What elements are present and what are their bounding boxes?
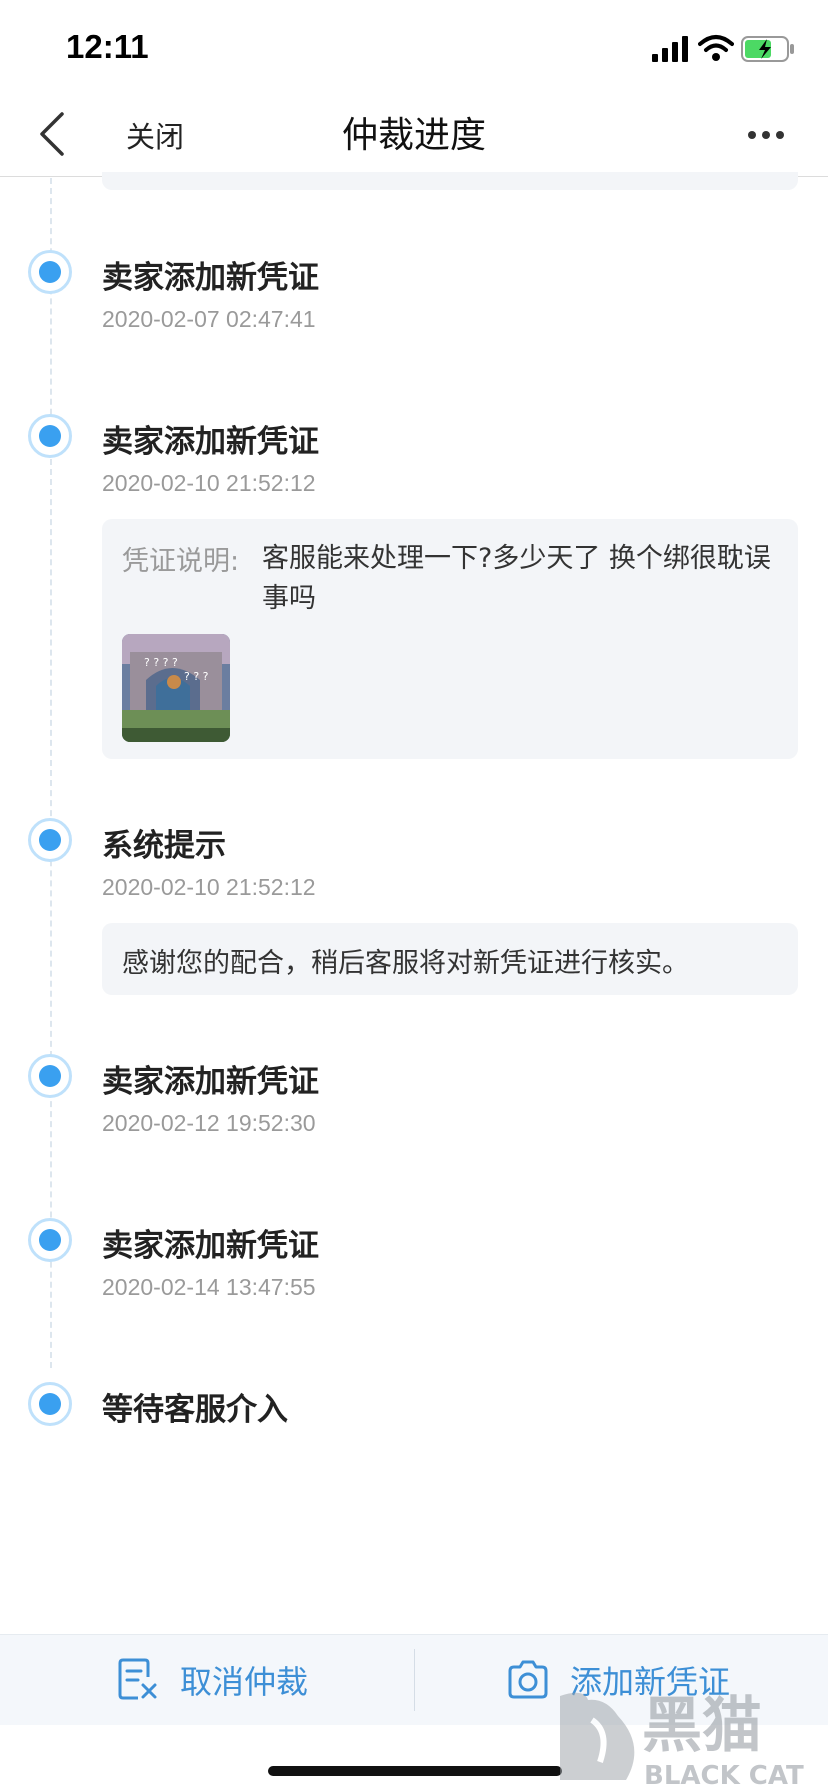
page-title: 仲裁进度: [341, 115, 486, 156]
timeline-node: [28, 818, 72, 862]
event-title: 卖家添加新凭证: [102, 260, 319, 296]
more-options-icon[interactable]: [746, 120, 786, 150]
system-notice-card: 感谢您的配合，稍后客服将对新凭证进行核实。: [102, 923, 798, 995]
event-time: 2020-02-10 21:52:12: [102, 470, 316, 496]
wifi-icon: [698, 35, 734, 61]
nav-bar: 关闭 仲裁进度: [0, 96, 828, 177]
evidence-description: 客服能来处理一下?多少天了 换个绑很耽误事吗: [262, 543, 771, 614]
black-cat-watermark-logo: 黑猫 BLACK CAT: [560, 1691, 804, 1791]
event-time: 2020-02-14 13:47:55: [102, 1274, 316, 1300]
event-title: 系统提示: [102, 828, 226, 864]
watermark-cn-text: 黑猫: [642, 1691, 762, 1761]
home-indicator: [268, 1766, 562, 1776]
timeline-node: [28, 1054, 72, 1098]
previous-card-bottom: [102, 172, 798, 190]
event-title: 卖家添加新凭证: [102, 1228, 319, 1264]
svg-text:? ? ? ?: ? ? ? ?: [144, 656, 178, 669]
event-time: 2020-02-12 19:52:30: [102, 1110, 316, 1136]
bottom-divider: [414, 1649, 415, 1711]
cancel-arbitration-label: 取消仲裁: [180, 1663, 309, 1701]
evidence-label: 凭证说明:: [122, 546, 240, 577]
timeline-node: [28, 414, 72, 458]
battery-charging-icon: [741, 36, 794, 62]
camera-icon: [508, 1660, 548, 1699]
timeline-node: [28, 1218, 72, 1262]
cancel-arbitration-button[interactable]: 取消仲裁: [116, 1635, 376, 1725]
status-bar: 12:11: [0, 0, 828, 96]
event-title: 卖家添加新凭证: [102, 1064, 319, 1100]
status-time: 12:11: [66, 28, 149, 65]
event-title: 卖家添加新凭证: [102, 424, 319, 460]
evidence-card: 凭证说明: 客服能来处理一下?多少天了 换个绑很耽误事吗 ? ? ? ? ? ?…: [102, 519, 798, 759]
timeline-node: [28, 1382, 72, 1426]
event-time: 2020-02-10 21:52:12: [102, 874, 316, 900]
system-notice-text: 感谢您的配合，稍后客服将对新凭证进行核实。: [122, 948, 689, 979]
cancel-document-icon: [118, 1658, 157, 1700]
event-title: 等待客服介入: [102, 1392, 288, 1428]
svg-text:? ? ?: ? ? ?: [184, 670, 209, 683]
event-time: 2020-02-07 02:47:41: [102, 306, 316, 332]
timeline-node: [28, 250, 72, 294]
watermark-en-text: BLACK CAT: [644, 1761, 804, 1791]
evidence-image-thumbnail[interactable]: ? ? ? ? ? ? ?: [122, 634, 230, 742]
timeline-rail: [50, 178, 52, 1368]
cellular-signal-icon: [652, 36, 688, 62]
